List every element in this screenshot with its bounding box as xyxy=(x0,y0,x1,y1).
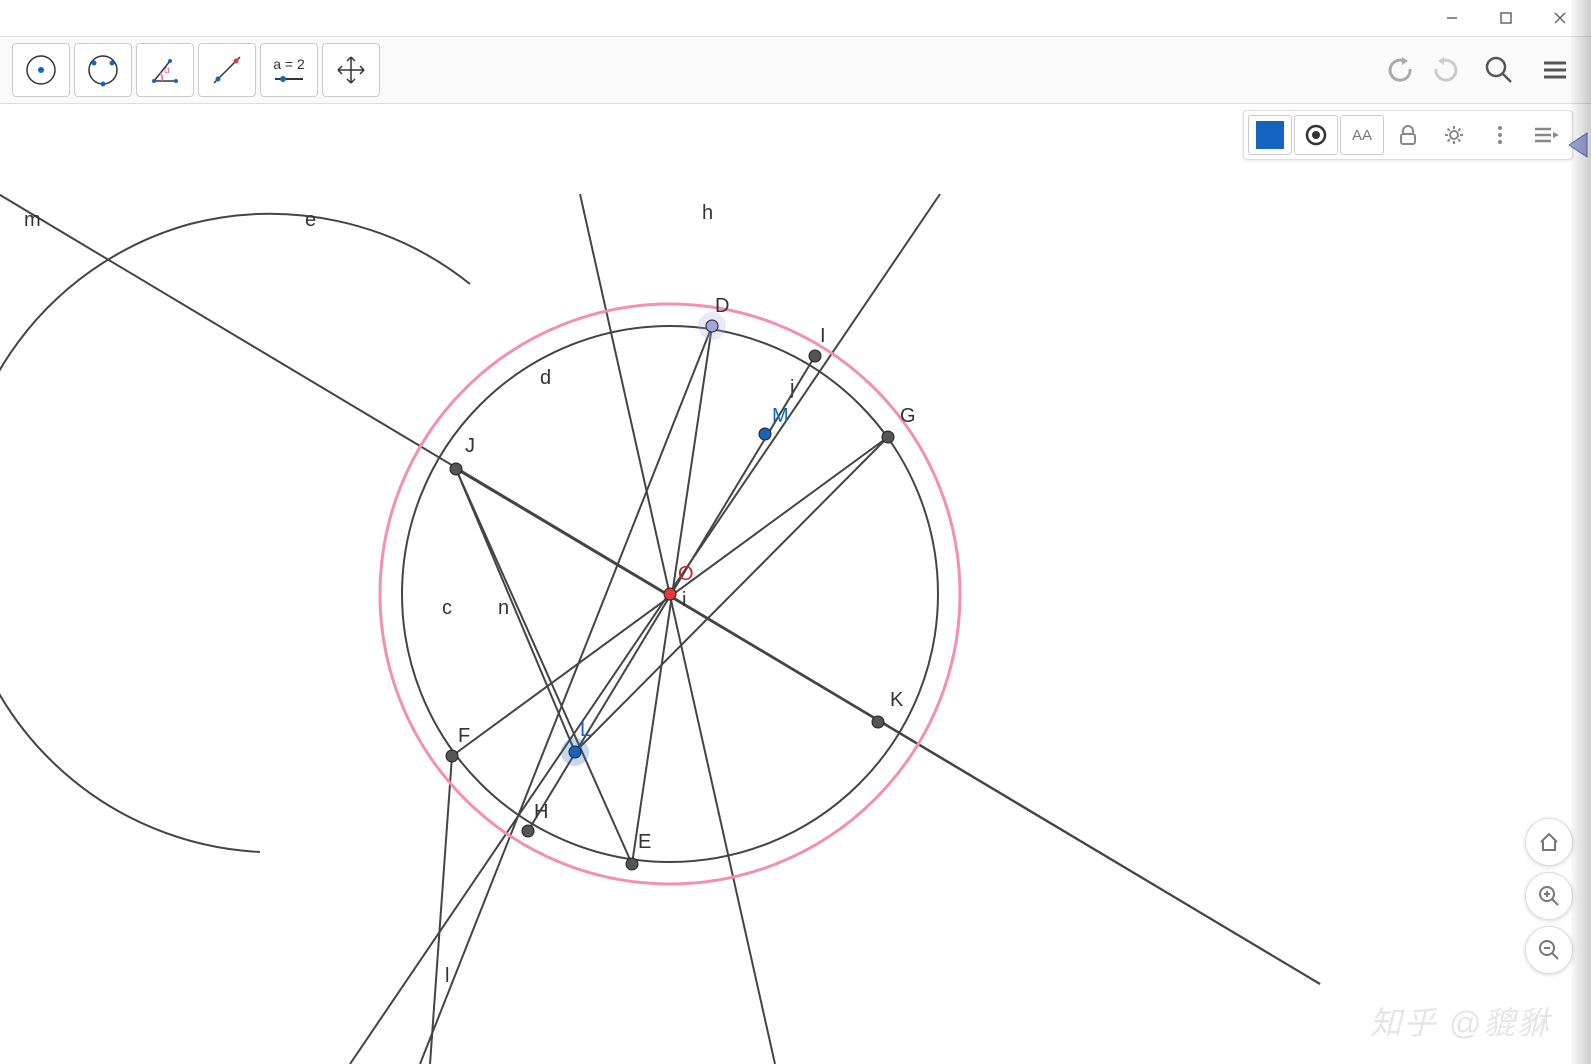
geometry-canvas[interactable]: mhnjildceDIGJMOKLFHE xyxy=(0,104,1591,1064)
angle-icon: α xyxy=(146,51,184,89)
point-M[interactable] xyxy=(759,428,771,440)
zoom-in-button[interactable] xyxy=(1525,872,1573,920)
home-view-button[interactable] xyxy=(1525,818,1573,866)
label-point-G: G xyxy=(900,405,916,427)
style-label-button[interactable]: AA xyxy=(1340,115,1384,155)
label-line-m: m xyxy=(24,209,41,231)
point-F[interactable] xyxy=(446,750,458,762)
label-point-M: M xyxy=(772,405,789,427)
point-H[interactable] xyxy=(522,825,534,837)
view-nav-buttons xyxy=(1525,818,1573,974)
circle-3pts-icon xyxy=(84,51,122,89)
label-point-J: J xyxy=(465,435,475,457)
circle-e[interactable] xyxy=(0,214,470,852)
label-line-n: n xyxy=(498,597,509,619)
line-m[interactable] xyxy=(0,189,1320,984)
style-panel-toggle-button[interactable] xyxy=(1524,115,1568,155)
redo-button[interactable] xyxy=(1427,50,1467,90)
label-point-L: L xyxy=(580,719,591,741)
point-K[interactable] xyxy=(872,716,884,728)
line-line-DH[interactable] xyxy=(420,326,712,1064)
graphics-view[interactable]: mhnjildceDIGJMOKLFHE xyxy=(0,104,1591,1064)
point-G[interactable] xyxy=(882,431,894,443)
titlebar xyxy=(0,0,1591,36)
slider-icon: a = 2 xyxy=(273,56,305,84)
color-swatch xyxy=(1256,121,1284,149)
label-point-H: H xyxy=(534,801,548,823)
label-point-D: D xyxy=(715,295,729,317)
move-icon xyxy=(332,51,370,89)
svg-text:α: α xyxy=(164,65,170,76)
style-point-style-button[interactable] xyxy=(1294,115,1338,155)
style-settings-button[interactable] xyxy=(1432,115,1476,155)
point-E[interactable] xyxy=(626,858,638,870)
minimize-button[interactable] xyxy=(1425,0,1479,36)
style-more-button[interactable] xyxy=(1478,115,1522,155)
tool-circle-center-point[interactable] xyxy=(12,43,70,97)
tool-reflect[interactable] xyxy=(198,43,256,97)
point-J[interactable] xyxy=(450,463,462,475)
panel-toggle-icon xyxy=(1533,124,1559,146)
point-L[interactable] xyxy=(569,746,581,758)
point-style-icon xyxy=(1303,122,1329,148)
zoom-in-icon xyxy=(1538,885,1560,907)
tool-move-view[interactable] xyxy=(322,43,380,97)
label-aa-icon: AA xyxy=(1352,127,1372,144)
point-I[interactable] xyxy=(809,350,821,362)
label-circle-e: e xyxy=(305,209,316,231)
tool-circle-3points[interactable] xyxy=(74,43,132,97)
label-line-h: h xyxy=(702,202,713,224)
circle-point-icon xyxy=(22,51,60,89)
lock-icon xyxy=(1397,124,1419,146)
reflect-icon xyxy=(208,51,246,89)
label-point-I: I xyxy=(820,325,826,347)
style-color-button[interactable] xyxy=(1248,115,1292,155)
label-circle-d: d xyxy=(540,367,551,389)
line-j[interactable] xyxy=(575,437,888,752)
label-point-O: O xyxy=(678,563,694,585)
zoom-out-button[interactable] xyxy=(1525,926,1573,974)
label-line-l: l xyxy=(445,965,449,987)
home-icon xyxy=(1538,831,1560,853)
label-point-F: F xyxy=(458,725,470,747)
line-h[interactable] xyxy=(580,194,775,1064)
maximize-button[interactable] xyxy=(1479,0,1533,36)
tool-slider[interactable]: a = 2 xyxy=(260,43,318,97)
search-button[interactable] xyxy=(1475,46,1523,94)
label-line-i: i xyxy=(682,589,686,611)
right-edge-decoration xyxy=(1571,0,1591,1064)
label-point-K: K xyxy=(890,689,904,711)
gear-icon xyxy=(1443,124,1465,146)
zoom-out-icon xyxy=(1538,939,1560,961)
point-O[interactable] xyxy=(664,588,676,600)
label-point-E: E xyxy=(638,831,651,853)
tool-angle[interactable]: α xyxy=(136,43,194,97)
toolbar: α a = 2 xyxy=(0,36,1591,104)
point-D[interactable] xyxy=(706,320,718,332)
line-l[interactable] xyxy=(430,756,452,1064)
more-vert-icon xyxy=(1495,124,1505,146)
stylebar: AA xyxy=(1243,110,1573,160)
label-circle-c: c xyxy=(442,597,452,619)
undo-button[interactable] xyxy=(1379,50,1419,90)
style-lock-button[interactable] xyxy=(1386,115,1430,155)
watermark: 知乎 @貔貅 xyxy=(1370,998,1551,1044)
